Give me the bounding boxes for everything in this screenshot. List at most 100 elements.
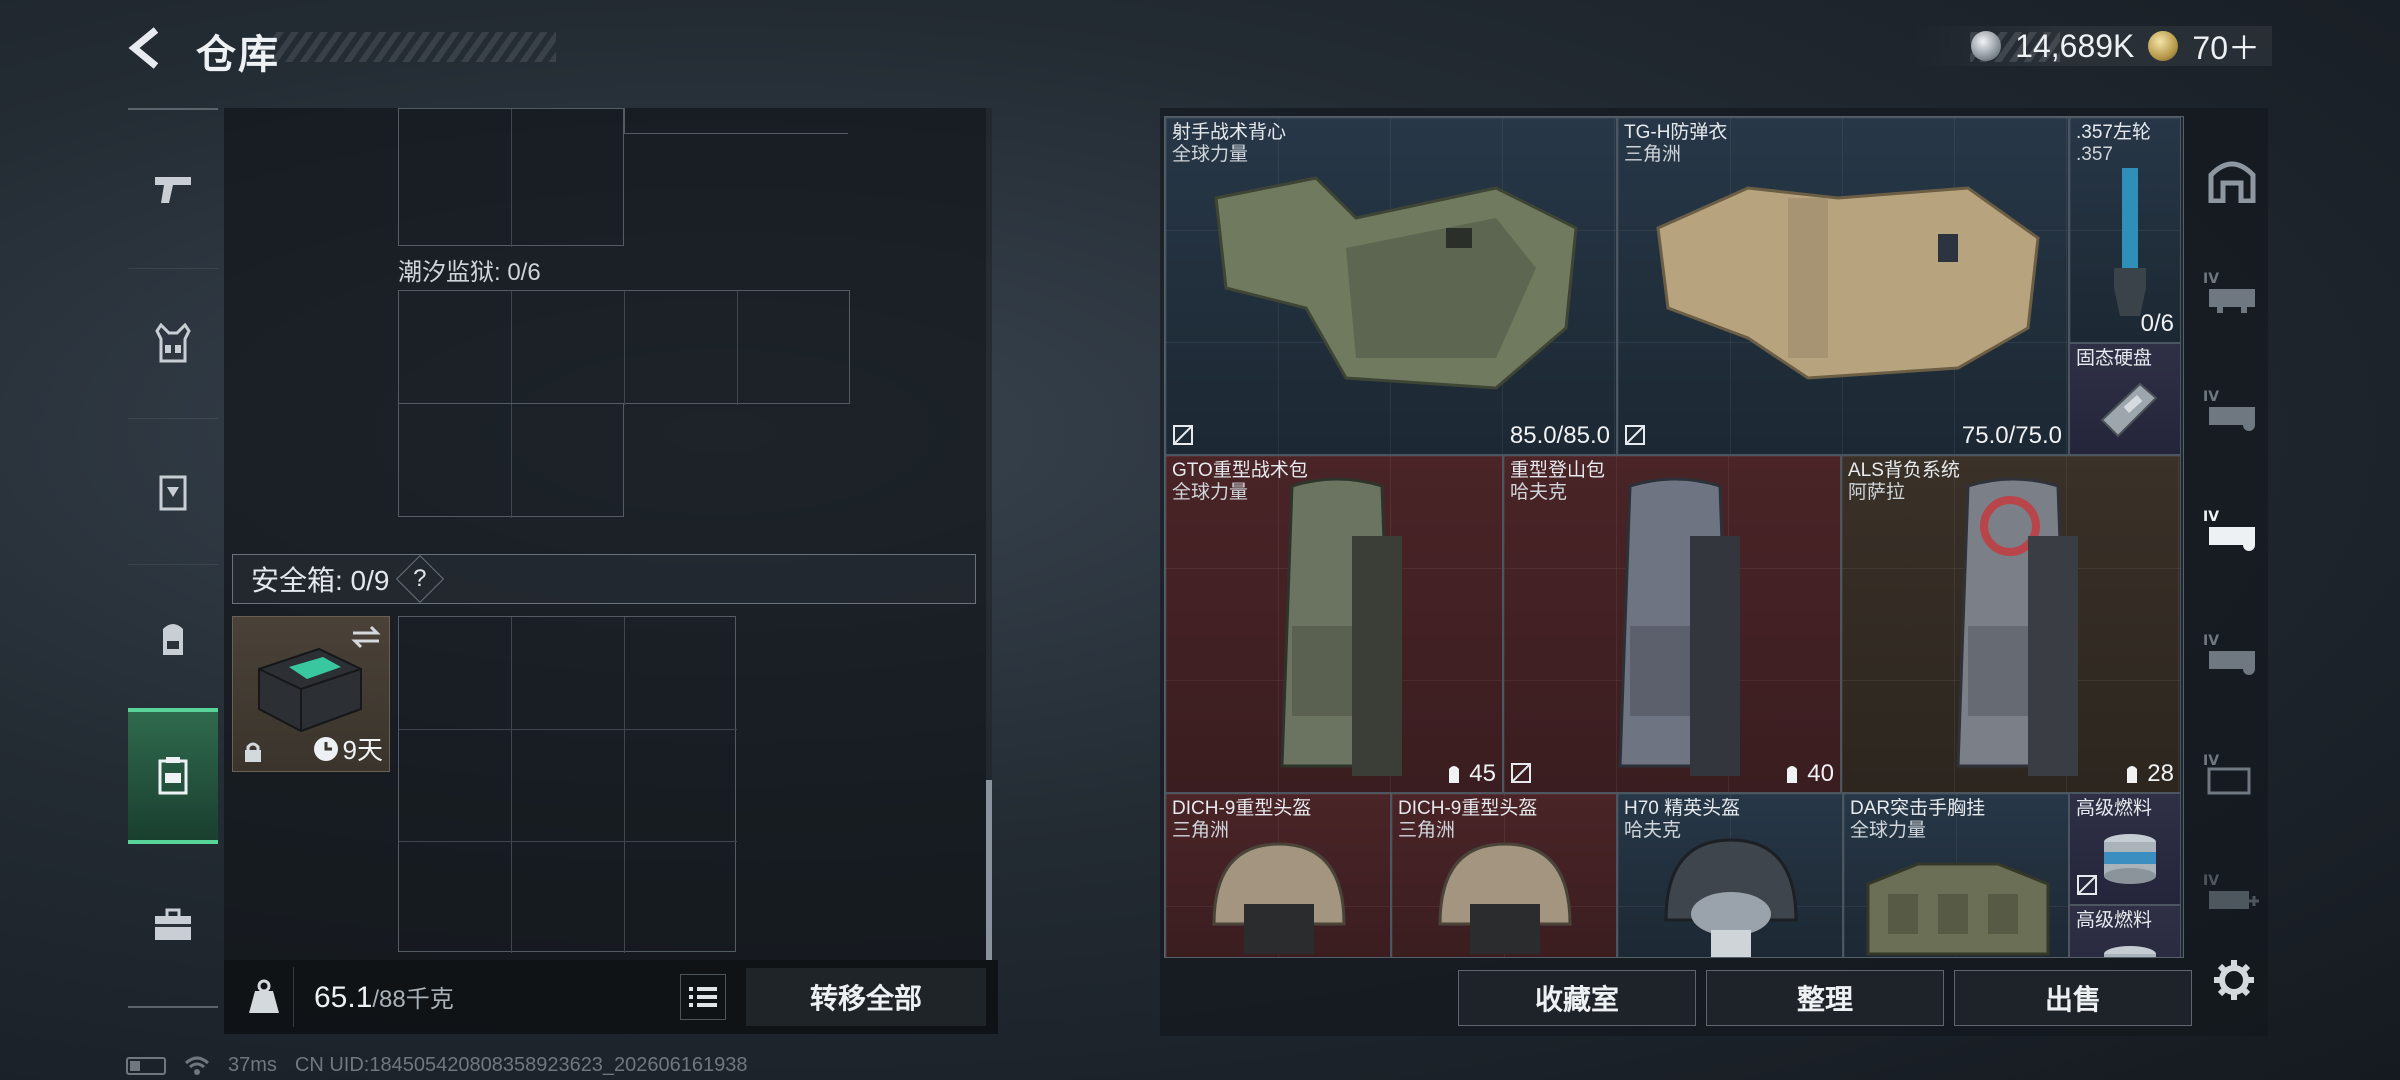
inventory-item[interactable]: DICH-9重型头盔 三角洲 <box>1165 793 1391 957</box>
storage-iv-add-icon: IV <box>2203 873 2259 909</box>
nav-safe-box[interactable] <box>128 708 218 844</box>
tide-prison-grid-row1[interactable] <box>398 290 850 405</box>
revolver-image <box>2114 168 2146 316</box>
inventory-item[interactable]: 固态硬盘 <box>2069 343 2181 455</box>
container-grid-top-right <box>624 108 848 134</box>
mountain-backpack-image <box>1618 477 1740 776</box>
inventory-item[interactable]: GTO重型战术包 全球力量 45 <box>1165 455 1503 793</box>
tab-home[interactable] <box>2194 142 2270 218</box>
inventory-item[interactable]: 高级燃料 <box>2069 793 2181 905</box>
gold-amount: 70＋ <box>2192 30 2260 66</box>
weight-current: 65.1 <box>314 981 373 1014</box>
svg-text:IV: IV <box>2203 271 2219 287</box>
item-capacity-value: 45 <box>1469 760 1496 787</box>
tab-storage-2[interactable]: IV <box>2194 372 2270 448</box>
list-icon <box>689 987 717 1007</box>
capacity-icon <box>1787 766 1798 783</box>
sell-button[interactable]: 出售 <box>1954 970 2192 1026</box>
no-repair-icon <box>1511 763 1531 783</box>
nav-cases[interactable] <box>128 860 218 990</box>
item-name: ALS背负系统 <box>1848 460 1960 481</box>
safe-box-item[interactable]: 9天 <box>232 616 390 772</box>
ssd-image <box>2100 382 2158 438</box>
item-maker: 阿萨拉 <box>1848 482 1906 503</box>
silver-amount: 14,689K <box>2015 27 2135 64</box>
item-name: TG-H防弹衣 <box>1624 122 1728 143</box>
inventory-item[interactable]: 射手战术背心 全球力量 85.0/85.0 <box>1165 117 1617 455</box>
tactical-vest-image <box>1214 176 1578 390</box>
safe-box-grid[interactable] <box>398 616 737 953</box>
storage-iv-2-icon: IV <box>2203 389 2255 431</box>
inventory-item[interactable]: 高级燃料 <box>2069 905 2181 957</box>
home-icon <box>2208 161 2256 203</box>
inventory-item[interactable]: 重型登山包 哈夫克 40 <box>1503 455 1841 793</box>
safe-box-label: 安全箱: 0/9 <box>251 565 390 596</box>
inventory-item[interactable]: DICH-9重型头盔 三角洲 <box>1391 793 1617 957</box>
fuel-can-image <box>2104 946 2156 957</box>
nav-weapons[interactable] <box>128 124 218 254</box>
item-durability: 85.0/85.0 <box>1509 422 1610 449</box>
safe-box-timer: 9天 <box>313 730 383 767</box>
inventory-item[interactable]: TG-H防弹衣 三角洲 75.0/75.0 <box>1617 117 2069 455</box>
safe-box-image <box>258 647 362 733</box>
storage-scrollbar-thumb[interactable] <box>986 780 992 960</box>
item-maker: 全球力量 <box>1850 820 1927 841</box>
safe-box-header: 安全箱: 0/9 ? <box>232 554 976 604</box>
briefcase-icon <box>155 908 191 940</box>
tab-storage-3[interactable]: IV <box>2194 492 2270 568</box>
item-maker: 哈夫克 <box>1510 482 1568 503</box>
item-capacity: 40 <box>1783 760 1834 788</box>
item-name: 高级燃料 <box>2076 910 2153 931</box>
page-title: 仓库 <box>196 33 280 77</box>
heavy-helmet-image <box>1438 842 1572 954</box>
safe-box-icon <box>158 757 188 795</box>
backpack-icon <box>163 624 183 655</box>
gold-coin-icon <box>2148 31 2179 61</box>
back-button[interactable] <box>124 24 172 72</box>
status-bar: 37ms CN UID:18450542080835892362​3_20260… <box>126 1054 748 1077</box>
gear-icon <box>2214 960 2254 1000</box>
item-name: 高级燃料 <box>2076 798 2153 819</box>
list-view-button[interactable] <box>680 974 726 1020</box>
tide-prison-grid-row2[interactable] <box>398 403 624 518</box>
nav-armor[interactable] <box>128 428 218 558</box>
svg-text:IV: IV <box>2203 633 2219 649</box>
transfer-all-button[interactable]: 转移全部 <box>746 968 986 1026</box>
item-name: GTO重型战术包 <box>1172 460 1308 481</box>
inventory-item[interactable]: H70 精英头盔 哈夫克 <box>1617 793 1843 957</box>
collection-room-button[interactable]: 收藏室 <box>1458 970 1696 1026</box>
wifi-icon <box>184 1056 210 1075</box>
inventory-item[interactable]: ALS背负系统 阿萨拉 28 <box>1841 455 2181 793</box>
item-name: DICH-9重型头盔 <box>1172 798 1312 819</box>
storage-iv-5-icon: IV <box>2203 753 2251 795</box>
item-name: DICH-9重型头盔 <box>1398 798 1538 819</box>
help-icon: ? <box>413 564 428 592</box>
container-grid-top[interactable] <box>398 108 624 247</box>
nav-backpacks[interactable] <box>128 574 218 704</box>
capacity-icon <box>1449 766 1460 783</box>
organize-button[interactable]: 整理 <box>1706 970 1944 1026</box>
storage-iv-3-icon: IV <box>2203 509 2255 551</box>
clock-icon <box>313 736 338 761</box>
ping-text: 37ms <box>228 1054 277 1076</box>
settings-button[interactable] <box>2206 952 2262 1008</box>
item-ammo: 0/6 <box>2140 310 2174 337</box>
chevron-left-icon <box>128 27 159 69</box>
tab-storage-4[interactable]: IV <box>2194 616 2270 692</box>
storage-tabs: IV IV IV IV IV IV <box>2194 116 2270 946</box>
inventory-item[interactable]: DAR突击手胸挂 全球力量 <box>1843 793 2069 957</box>
heavy-helmet-image <box>1212 842 1346 954</box>
item-maker: 全球力量 <box>1172 144 1249 165</box>
weight-bar: 65.1/88千克 转移全部 <box>224 960 998 1034</box>
item-maker: 三角洲 <box>1172 820 1230 841</box>
tab-storage-5[interactable]: IV <box>2194 736 2270 812</box>
inventory-item[interactable]: .357左轮 .357 0/6 <box>2069 117 2181 343</box>
nav-vests[interactable] <box>128 278 218 408</box>
tab-storage-1[interactable]: IV <box>2194 254 2270 330</box>
swap-icon[interactable] <box>351 625 381 649</box>
no-repair-icon <box>1625 425 1645 445</box>
tab-storage-add[interactable]: IV <box>2194 856 2270 932</box>
tide-prison-label: 潮汐监狱: 0/6 <box>398 259 541 286</box>
item-maker: 哈夫克 <box>1624 820 1682 841</box>
help-button[interactable]: ? <box>396 554 445 604</box>
